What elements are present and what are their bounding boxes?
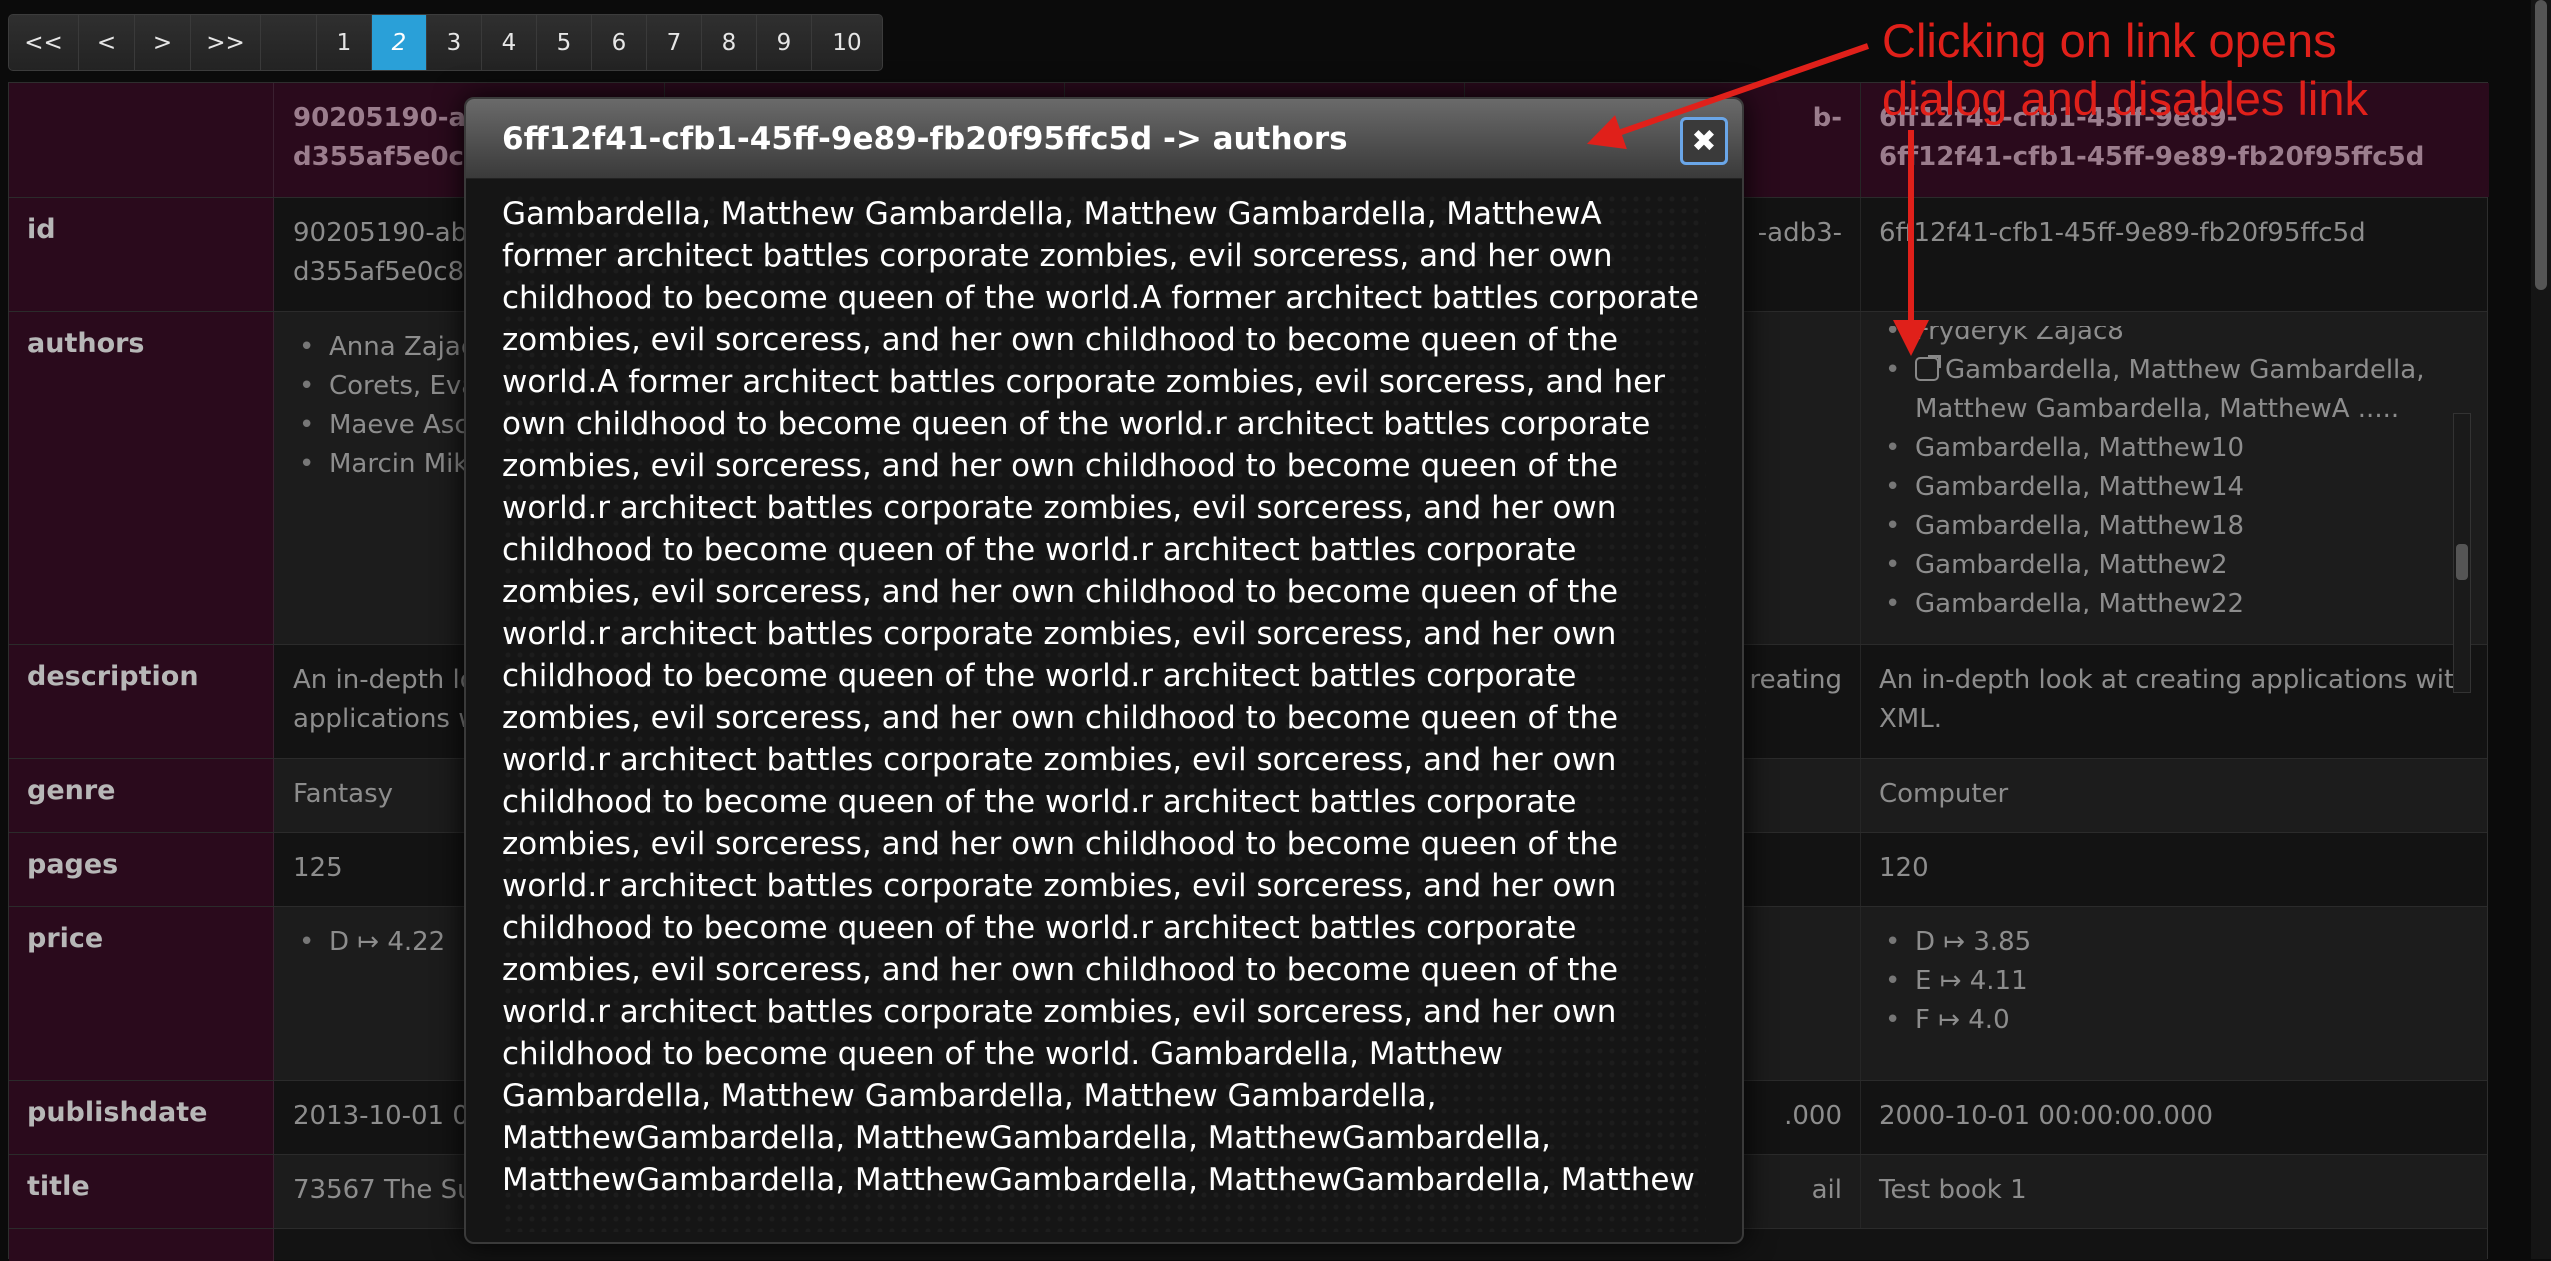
row-label-price: price <box>9 907 274 1080</box>
list-item: Gambardella, Matthew22 <box>1879 585 2471 614</box>
row-label-description: description <box>9 645 274 758</box>
annotation-callout: Clicking on link opens dialog and disabl… <box>1882 12 2542 128</box>
cell-description-5: An in-depth look at creating application… <box>1879 665 2471 734</box>
page-1-button[interactable]: 1 <box>317 15 372 70</box>
row-label-authors: authors <box>9 312 274 644</box>
dialog-close-button[interactable]: ✖ <box>1680 117 1728 165</box>
annotation-line2: dialog and disables link <box>1882 72 2368 125</box>
author-link-disabled: Gambardella, Matthew Gambardella, Matthe… <box>1915 355 2425 424</box>
page-5-button[interactable]: 5 <box>537 15 592 70</box>
authors-scroll-list[interactable]: Fryderyk Zajac8 Gambardella, Matthew Gam… <box>1879 326 2471 614</box>
page-3-button[interactable]: 3 <box>427 15 482 70</box>
row-label-genre: genre <box>9 759 274 832</box>
author-link-item: Gambardella, Matthew Gambardella, Matthe… <box>1879 351 2471 429</box>
cell-authors-5: Fryderyk Zajac8 Gambardella, Matthew Gam… <box>1861 312 2489 644</box>
page-8-button[interactable]: 8 <box>702 15 757 70</box>
dialog-body-text: Gambardella, Matthew Gambardella, Matthe… <box>502 193 1706 1232</box>
list-item: F ↦ 4.0 <box>1879 1001 2471 1040</box>
close-icon: ✖ <box>1691 123 1717 159</box>
column-header-5-line2: 6ff12f41-cfb1-45ff-9e89-fb20f95ffc5d <box>1879 142 2425 172</box>
prev-page-button[interactable]: < <box>79 15 135 70</box>
list-item: Fryderyk Zajac8 <box>1879 326 2471 351</box>
page-9-button[interactable]: 9 <box>757 15 812 70</box>
page-scrollbar[interactable] <box>2531 0 2551 1259</box>
row-label-publishdate: publishdate <box>9 1081 274 1154</box>
page-7-button[interactable]: 7 <box>647 15 702 70</box>
authors-scrollbar-thumb[interactable] <box>2456 544 2468 580</box>
row-label-pages: pages <box>9 833 274 906</box>
row-label-next <box>9 1229 274 1261</box>
page-4-button[interactable]: 4 <box>482 15 537 70</box>
page-10-button[interactable]: 10 <box>812 15 882 70</box>
list-item: Gambardella, Matthew2 <box>1879 546 2471 585</box>
row-label-title: title <box>9 1155 274 1228</box>
next-page-button[interactable]: > <box>135 15 191 70</box>
row-label-id: id <box>9 198 274 311</box>
dialog-title[interactable]: 6ff12f41-cfb1-45ff-9e89-fb20f95ffc5d -> … <box>466 99 1742 179</box>
list-item: Gambardella, Matthew14 <box>1879 468 2471 507</box>
authors-scrollbar[interactable] <box>2453 413 2471 693</box>
list-item: D ↦ 3.85 <box>1879 923 2471 962</box>
pagination: << < > >> 1 2 3 4 5 6 7 8 9 10 <box>8 14 883 71</box>
authors-dialog: 6ff12f41-cfb1-45ff-9e89-fb20f95ffc5d -> … <box>464 97 1744 1244</box>
header-corner <box>9 83 274 197</box>
page-2-button[interactable]: 2 <box>372 15 427 70</box>
pagination-spacer <box>261 15 317 70</box>
first-page-button[interactable]: << <box>9 15 79 70</box>
annotation-line1: Clicking on link opens <box>1882 14 2337 67</box>
list-item: Gambardella, Matthew10 <box>1879 429 2471 468</box>
cell-price-5: D ↦ 3.85 E ↦ 4.11 F ↦ 4.0 <box>1861 907 2489 1080</box>
cell-pages-5: 120 <box>1879 853 1929 883</box>
cell-publishdate-5: 2000-10-01 00:00:00.000 <box>1879 1101 2214 1131</box>
last-page-button[interactable]: >> <box>191 15 261 70</box>
external-link-icon <box>1915 355 1941 381</box>
cell-genre-5: Computer <box>1879 779 2009 809</box>
cell-id-5: 6ff12f41-cfb1-45ff-9e89-fb20f95ffc5d <box>1879 218 2366 248</box>
list-item: Gambardella, Matthew18 <box>1879 507 2471 546</box>
cell-title-5: Test book 1 <box>1879 1175 2027 1205</box>
page-6-button[interactable]: 6 <box>592 15 647 70</box>
list-item: E ↦ 4.11 <box>1879 962 2471 1001</box>
